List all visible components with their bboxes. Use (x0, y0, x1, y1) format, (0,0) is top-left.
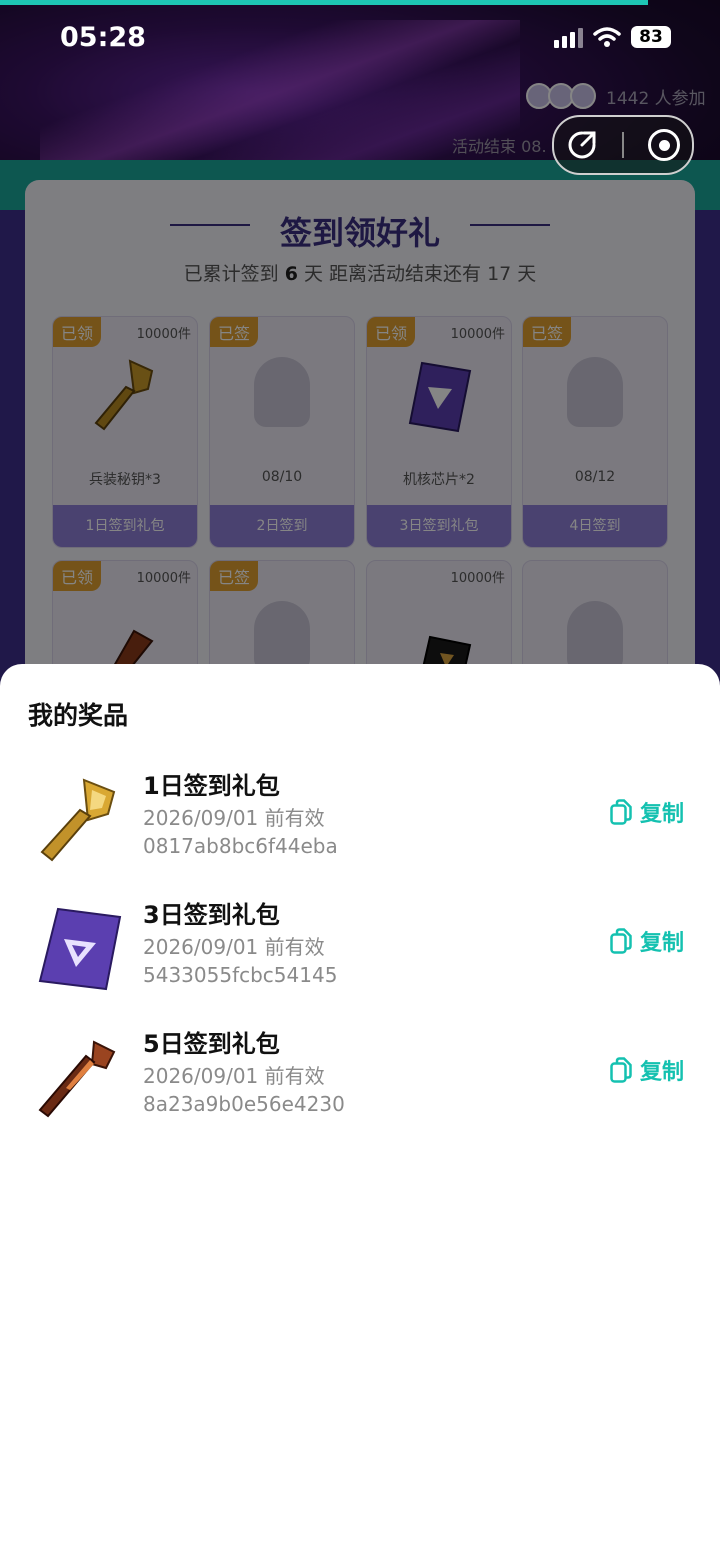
dim-overlay[interactable] (0, 0, 720, 700)
red-key-icon (38, 1040, 116, 1118)
close-record-icon[interactable] (648, 129, 680, 161)
prize-validity: 2026/09/01 前有效 (143, 806, 325, 830)
status-time: 05:28 (60, 22, 146, 53)
prize-validity: 2026/09/01 前有效 (143, 1064, 325, 1088)
prize-name: 5日签到礼包 (143, 1030, 280, 1058)
prize-name: 1日签到礼包 (143, 772, 280, 800)
gold-key-icon (40, 778, 116, 862)
share-icon[interactable] (566, 129, 598, 161)
copy-button[interactable]: 复制 (610, 925, 684, 957)
sheet-title: 我的奖品 (28, 701, 129, 730)
prize-item: 5日签到礼包 2026/09/01 前有效 8a23a9b0e56e4230 复… (0, 1024, 720, 1134)
prize-name: 3日签到礼包 (143, 901, 280, 929)
copy-button[interactable]: 复制 (610, 796, 684, 828)
progress-bar (0, 0, 648, 5)
prize-code: 0817ab8bc6f44eba (143, 834, 338, 858)
prize-item: 3日签到礼包 2026/09/01 前有效 5433055fcbc54145 复… (0, 895, 720, 1005)
prize-item: 1日签到礼包 2026/09/01 前有效 0817ab8bc6f44eba 复… (0, 766, 720, 876)
background-page: 签到领好礼 已累计签到 6 天 距离活动结束还有 17 天 已领 10000件 … (0, 0, 720, 700)
copy-icon (610, 799, 632, 825)
miniapp-capsule (552, 115, 694, 175)
copy-button[interactable]: 复制 (610, 1054, 684, 1086)
wifi-icon (593, 27, 621, 47)
copy-icon (610, 928, 632, 954)
prize-validity: 2026/09/01 前有效 (143, 935, 325, 959)
copy-label: 复制 (640, 931, 685, 956)
purple-chip-icon (38, 907, 122, 991)
copy-icon (610, 1057, 632, 1083)
copy-label: 复制 (640, 1060, 685, 1085)
prize-code: 8a23a9b0e56e4230 (143, 1092, 345, 1116)
prize-code: 5433055fcbc54145 (143, 963, 338, 987)
capsule-divider (622, 132, 624, 158)
battery-icon: 83 (631, 26, 671, 48)
cellular-signal-icon (554, 26, 583, 48)
status-icons: 83 (554, 26, 671, 48)
copy-label: 复制 (640, 802, 685, 827)
